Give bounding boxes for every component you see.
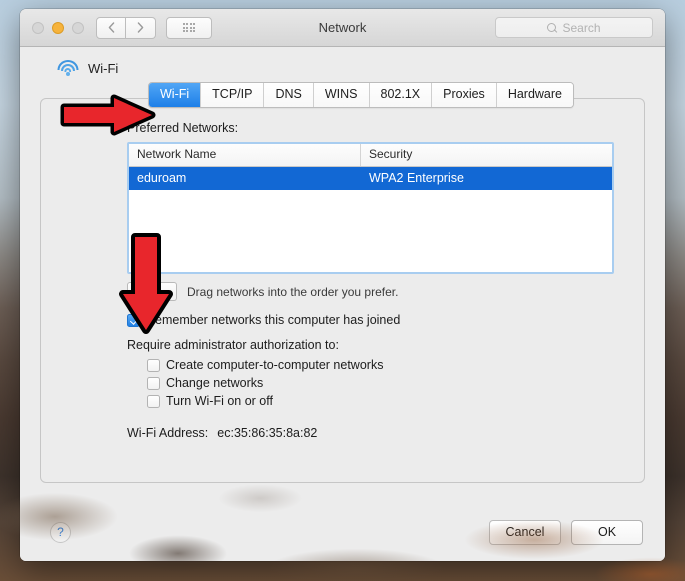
- wifi-address-value: ec:35:86:35:8a:82: [217, 426, 318, 440]
- table-body: eduroam WPA2 Enterprise: [129, 167, 612, 272]
- column-header-network-name[interactable]: Network Name: [129, 144, 361, 166]
- turn-wifi-on-off-checkbox[interactable]: [147, 394, 160, 408]
- remember-networks-checkbox[interactable]: [127, 313, 140, 327]
- table-header-row: Network Name Security: [129, 144, 612, 167]
- tab-dns[interactable]: DNS: [264, 83, 314, 107]
- wifi-address-row: Wi-Fi Address: ec:35:86:35:8a:82: [127, 426, 620, 440]
- remove-network-button[interactable]: −: [152, 282, 177, 301]
- search-field[interactable]: Search: [495, 17, 653, 38]
- drag-order-hint: Drag networks into the order you prefer.: [187, 284, 399, 299]
- change-networks-label: Change networks: [166, 376, 264, 390]
- close-window-button[interactable]: [32, 21, 44, 34]
- require-create-networks-row[interactable]: Create computer-to-computer networks: [147, 358, 620, 372]
- cell-security: WPA2 Enterprise: [369, 171, 464, 185]
- require-authorization-label: Require administrator authorization to:: [127, 338, 339, 352]
- tab-8021x[interactable]: 802.1X: [369, 83, 433, 107]
- remember-networks-row[interactable]: Remember networks this computer has join…: [127, 313, 620, 327]
- window-titlebar: Network Search: [20, 9, 665, 47]
- tab-wifi[interactable]: Wi-Fi: [149, 83, 202, 107]
- network-list-toolbar: + − Drag networks into the order you pre…: [127, 282, 620, 301]
- create-computer-networks-checkbox[interactable]: [147, 358, 160, 372]
- search-placeholder: Search: [562, 20, 601, 35]
- add-network-button[interactable]: +: [127, 282, 152, 301]
- tab-tcpip[interactable]: TCP/IP: [201, 83, 265, 107]
- table-row[interactable]: eduroam WPA2 Enterprise: [129, 167, 612, 190]
- require-change-networks-row[interactable]: Change networks: [147, 376, 620, 390]
- wifi-settings-panel: Preferred Networks: Network Name Securit…: [40, 98, 645, 483]
- navigation-buttons: [96, 16, 156, 39]
- show-all-preferences-button[interactable]: [166, 16, 212, 39]
- add-remove-button-group: + −: [127, 282, 177, 301]
- window-content: Wi-Fi Wi-Fi TCP/IP DNS WINS 802.1X Proxi…: [20, 47, 665, 503]
- dialog-action-buttons: Cancel OK: [489, 519, 643, 545]
- cancel-button[interactable]: Cancel: [489, 519, 561, 545]
- create-computer-networks-label: Create computer-to-computer networks: [166, 358, 384, 372]
- remember-networks-label: Remember networks this computer has join…: [146, 313, 401, 327]
- back-button[interactable]: [96, 16, 126, 39]
- desktop-background: Network Search Wi-Fi Wi-Fi TCP/IP DNS WI…: [0, 0, 685, 581]
- preferred-networks-table[interactable]: Network Name Security eduroam WPA2 Enter…: [127, 142, 614, 274]
- interface-label: Wi-Fi: [88, 60, 119, 76]
- preferred-networks-label: Preferred Networks:: [127, 121, 239, 135]
- chevron-right-icon: [137, 22, 144, 33]
- search-icon: [547, 22, 557, 33]
- network-preferences-window: Network Search Wi-Fi Wi-Fi TCP/IP DNS WI…: [20, 9, 665, 561]
- minimize-window-button[interactable]: [52, 21, 64, 34]
- require-toggle-wifi-row[interactable]: Turn Wi-Fi on or off: [147, 394, 620, 408]
- tab-proxies[interactable]: Proxies: [432, 83, 497, 107]
- tab-wins[interactable]: WINS: [313, 83, 370, 107]
- chevron-left-icon: [108, 22, 114, 33]
- help-button[interactable]: ?: [50, 521, 71, 543]
- grid-dots-icon: [182, 23, 196, 32]
- forward-button[interactable]: [126, 16, 156, 39]
- ok-button[interactable]: OK: [571, 519, 643, 545]
- traffic-light-buttons: [32, 21, 84, 34]
- turn-wifi-on-off-label: Turn Wi-Fi on or off: [166, 394, 273, 408]
- settings-tab-bar: Wi-Fi TCP/IP DNS WINS 802.1X Proxies Har…: [148, 82, 574, 108]
- interface-header: Wi-Fi: [40, 47, 645, 82]
- change-networks-checkbox[interactable]: [147, 376, 160, 390]
- wifi-address-label: Wi-Fi Address:: [127, 426, 209, 440]
- wifi-icon: [57, 60, 78, 76]
- dialog-footer: ? Cancel OK: [20, 503, 665, 561]
- maximize-window-button[interactable]: [72, 21, 84, 34]
- column-header-security[interactable]: Security: [361, 144, 612, 166]
- cell-network-name: eduroam: [137, 171, 187, 185]
- tab-hardware[interactable]: Hardware: [496, 83, 573, 107]
